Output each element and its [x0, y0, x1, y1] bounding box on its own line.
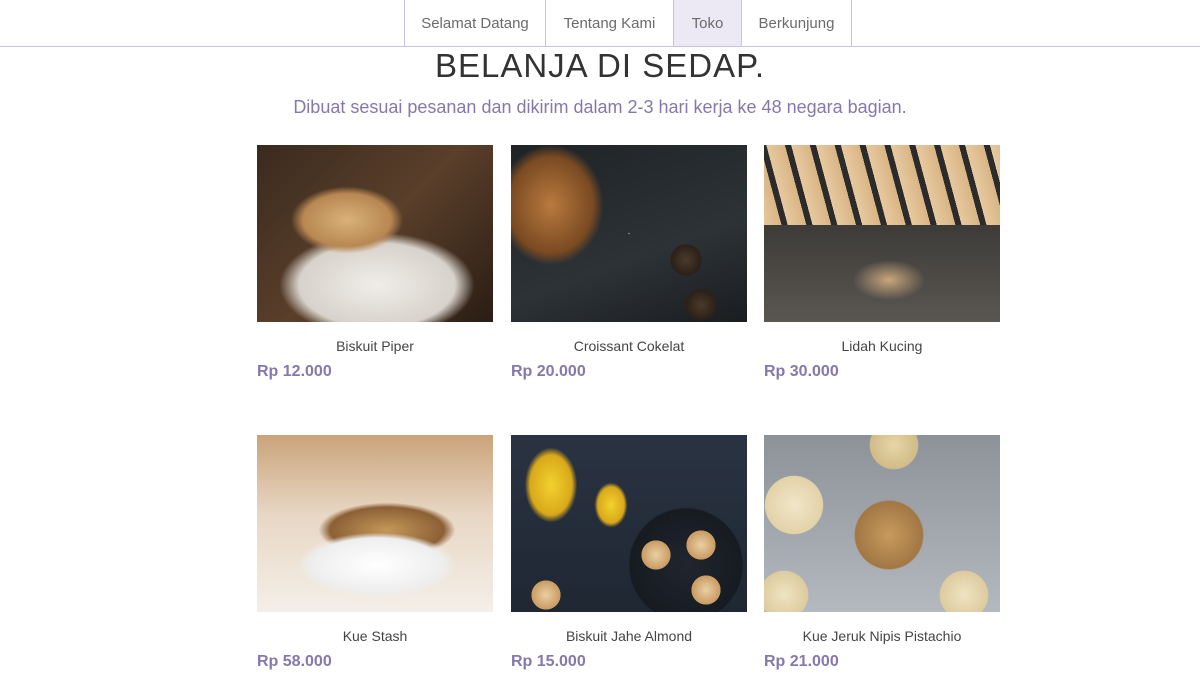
- nav-item-toko[interactable]: Toko: [673, 0, 741, 46]
- product-image[interactable]: [764, 435, 1000, 612]
- product-name: Kue Stash: [342, 628, 408, 644]
- product-price: Rp 21.000: [764, 653, 839, 670]
- product-name: Biskuit Piper: [336, 338, 414, 354]
- product-name: Kue Jeruk Nipis Pistachio: [802, 628, 962, 644]
- product-image[interactable]: [511, 435, 747, 612]
- product-price: Rp 20.000: [511, 363, 586, 380]
- product-card[interactable]: Biskuit Jahe Almond Rp 15.000: [511, 435, 747, 672]
- product-card[interactable]: Kue Stash Rp 58.000: [257, 435, 493, 672]
- product-card[interactable]: Lidah Kucing Rp 30.000: [764, 145, 1000, 382]
- product-card[interactable]: Biskuit Piper Rp 12.000: [257, 145, 493, 382]
- top-navigation: Selamat Datang Tentang Kami Toko Berkunj…: [0, 0, 1200, 47]
- product-name: Lidah Kucing: [841, 338, 923, 354]
- product-card[interactable]: Kue Jeruk Nipis Pistachio Rp 21.000: [764, 435, 1000, 672]
- page-subtitle: Dibuat sesuai pesanan dan dikirim dalam …: [293, 97, 907, 117]
- product-image[interactable]: [511, 145, 747, 322]
- page-title: BELANJA DI SEDAP.: [434, 47, 766, 84]
- product-name: Biskuit Jahe Almond: [565, 628, 693, 644]
- product-image[interactable]: [257, 145, 493, 322]
- product-image[interactable]: [257, 435, 493, 612]
- product-price: Rp 12.000: [257, 363, 332, 380]
- nav-item-selamat-datang[interactable]: Selamat Datang: [404, 0, 545, 46]
- product-card[interactable]: Croissant Cokelat Rp 20.000: [511, 145, 747, 382]
- product-name: Croissant Cokelat: [573, 338, 685, 354]
- nav-item-berkunjung[interactable]: Berkunjung: [741, 0, 852, 46]
- product-price: Rp 58.000: [257, 653, 332, 670]
- product-price: Rp 15.000: [511, 653, 586, 670]
- product-price: Rp 30.000: [764, 363, 839, 380]
- nav-item-tentang-kami[interactable]: Tentang Kami: [545, 0, 673, 46]
- product-image[interactable]: [764, 145, 1000, 322]
- nav-list: Selamat Datang Tentang Kami Toko Berkunj…: [404, 0, 852, 47]
